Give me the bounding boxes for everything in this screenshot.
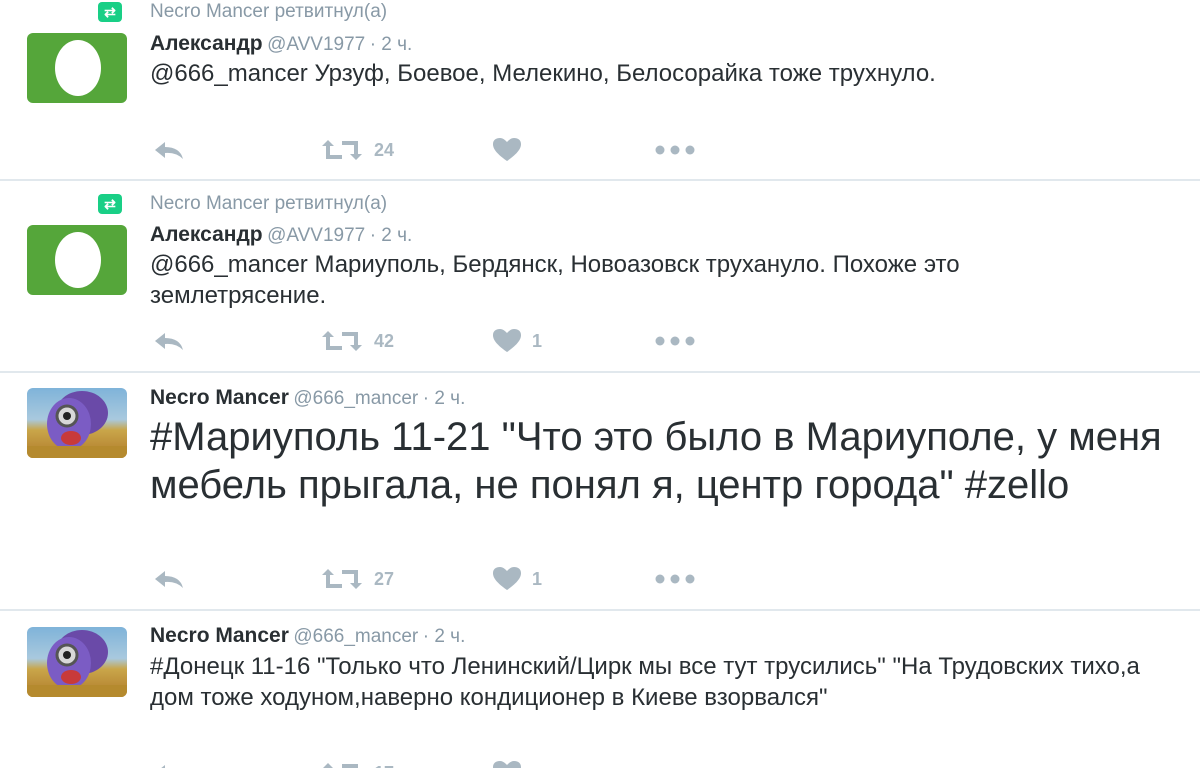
tweet-1[interactable]: ⇄ Necro Mancer ретвитнул(а) Александр @A… (0, 0, 1200, 180)
author-name[interactable]: Necro Mancer (150, 624, 289, 647)
retweet-count: 42 (374, 331, 395, 352)
like-button[interactable] (492, 760, 532, 768)
author-handle[interactable]: @666_mancer (293, 388, 418, 409)
reply-button[interactable] (152, 328, 186, 352)
egg-avatar-icon (55, 40, 101, 96)
reply-icon (161, 765, 165, 768)
timeline: ⇄ Necro Mancer ретвитнул(а) Александр @A… (0, 0, 1200, 768)
timestamp[interactable]: · 2 ч. (370, 34, 413, 55)
heart-icon (493, 567, 521, 591)
retweet-badge-icon: ⇄ (98, 2, 122, 22)
minion-avatar-icon (27, 391, 127, 458)
author-name[interactable]: Александр (150, 32, 263, 55)
author-handle[interactable]: @AVV1977 (267, 34, 365, 55)
tweet-header: Александр @AVV1977 · 2 ч. (150, 32, 412, 56)
tweet-actions: 17 (150, 760, 710, 768)
heart-icon (493, 761, 521, 768)
like-button[interactable] (492, 137, 532, 162)
retweet-button[interactable]: 27 (320, 566, 394, 590)
more-icon (655, 336, 695, 346)
tweet-text: #Донецк 11-16 "Только что Ленинский/Цирк… (150, 653, 1140, 711)
tweet-3[interactable]: Necro Mancer @666_mancer · 2 ч. #Мариупо… (0, 373, 1200, 608)
retweet-button[interactable]: 42 (320, 328, 394, 352)
retweet-button[interactable]: 17 (320, 760, 394, 768)
reply-button[interactable] (152, 760, 186, 768)
avatar[interactable] (27, 388, 127, 458)
reply-icon (155, 571, 183, 589)
reply-icon (155, 333, 183, 351)
minion-avatar-icon (27, 630, 127, 697)
timestamp[interactable]: · 2 ч. (423, 626, 466, 647)
more-icon (655, 145, 695, 155)
tweet-actions: 42 1 (150, 328, 710, 353)
reply-icon (155, 142, 183, 160)
tweet-text: @666_mancer Урзуф, Боевое, Мелекино, Бел… (150, 60, 936, 87)
heart-icon (493, 138, 521, 162)
more-button[interactable] (655, 137, 695, 161)
author-name[interactable]: Александр (150, 223, 263, 246)
reply-button[interactable] (152, 137, 186, 161)
reply-button[interactable] (152, 566, 186, 590)
author-name[interactable]: Necro Mancer (150, 386, 289, 409)
like-count: 1 (532, 331, 543, 352)
retweet-icon (322, 331, 362, 352)
tweet-header: Necro Mancer @666_mancer · 2 ч. (150, 386, 465, 410)
more-icon (655, 574, 695, 584)
retweet-count: 17 (374, 763, 394, 768)
retweet-icon (322, 569, 362, 590)
avatar[interactable] (27, 225, 127, 295)
like-count: 1 (532, 569, 543, 590)
tweet-4[interactable]: Necro Mancer @666_mancer · 2 ч. #Донецк … (0, 611, 1200, 768)
more-button[interactable] (655, 328, 695, 352)
author-handle[interactable]: @666_mancer (293, 626, 418, 647)
timestamp[interactable]: · 2 ч. (370, 225, 413, 246)
retweet-context[interactable]: Necro Mancer ретвитнул(а) (150, 1, 387, 23)
more-button[interactable] (655, 566, 695, 590)
author-handle[interactable]: @AVV1977 (267, 225, 365, 246)
tweet-actions: 24 (150, 137, 710, 162)
avatar[interactable] (27, 627, 127, 697)
avatar[interactable] (27, 33, 127, 103)
retweet-badge-icon: ⇄ (98, 194, 122, 214)
retweet-button[interactable]: 24 (320, 137, 394, 161)
retweet-count: 27 (374, 569, 395, 590)
tweet-text: #Мариуполь 11-21 "Что это было в Мариупо… (150, 415, 1162, 507)
tweet-header: Александр @AVV1977 · 2 ч. (150, 223, 412, 247)
timestamp[interactable]: · 2 ч. (423, 388, 466, 409)
heart-icon (493, 329, 521, 353)
tweet-text: @666_mancer Мариуполь, Бердянск, Новоазо… (150, 251, 960, 309)
like-button[interactable]: 1 (492, 328, 543, 353)
like-button[interactable]: 1 (492, 566, 543, 591)
tweet-2[interactable]: ⇄ Necro Mancer ретвитнул(а) Александр @A… (0, 181, 1200, 371)
tweet-actions: 27 1 (150, 566, 710, 591)
tweet-header: Necro Mancer @666_mancer · 2 ч. (150, 624, 465, 648)
egg-avatar-icon (55, 232, 101, 288)
retweet-count: 24 (374, 140, 395, 161)
retweet-icon (322, 140, 362, 161)
retweet-context[interactable]: Necro Mancer ретвитнул(а) (150, 193, 387, 215)
retweet-icon (323, 763, 358, 768)
